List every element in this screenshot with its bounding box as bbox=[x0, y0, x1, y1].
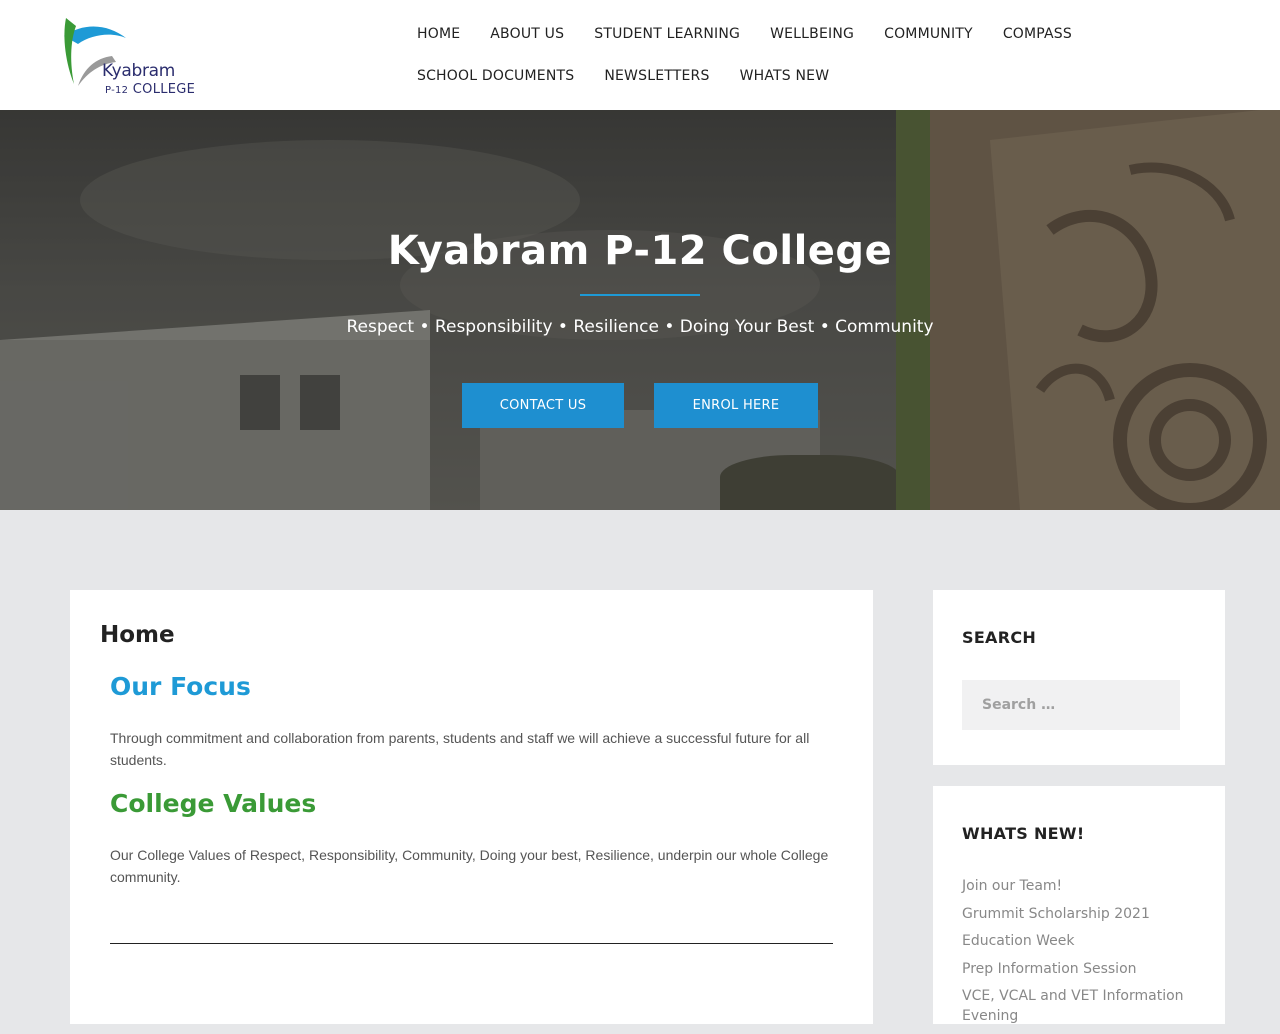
news-link-education-week[interactable]: Education Week bbox=[962, 931, 1202, 951]
logo-name: Kyabram bbox=[102, 61, 176, 81]
main-content: Home Our Focus Through commitment and co… bbox=[70, 590, 873, 1024]
nav-item-home[interactable]: HOME bbox=[402, 14, 475, 56]
nav-item-whats-new[interactable]: WHATS NEW bbox=[725, 56, 845, 98]
page-title: Home bbox=[100, 622, 175, 648]
hero-tagline: Respect • Responsibility • Resilience • … bbox=[346, 317, 934, 337]
logo-sub-small: P-12 bbox=[105, 85, 129, 96]
nav-item-school-documents[interactable]: SCHOOL DOCUMENTS bbox=[402, 56, 589, 98]
our-focus-heading: Our Focus bbox=[110, 672, 251, 701]
whats-new-widget: WHATS NEW! Join our Team! Grummit Schola… bbox=[933, 786, 1225, 1024]
our-focus-text: Through commitment and collaboration fro… bbox=[110, 730, 810, 768]
nav-item-about-us[interactable]: ABOUT US bbox=[475, 14, 579, 56]
nav-item-newsletters[interactable]: NEWSLETTERS bbox=[589, 56, 724, 98]
search-widget: SEARCH bbox=[933, 590, 1225, 765]
whats-new-title: WHATS NEW! bbox=[962, 824, 1085, 843]
enrol-here-button[interactable]: ENROL HERE bbox=[654, 383, 818, 428]
content-divider bbox=[110, 943, 833, 944]
hero-title: Kyabram P-12 College bbox=[387, 228, 893, 274]
contact-us-button[interactable]: CONTACT US bbox=[462, 383, 624, 428]
college-logo[interactable]: Kyabram P-12 COLLEGE bbox=[56, 14, 206, 98]
news-link-join-our-team[interactable]: Join our Team! bbox=[962, 876, 1202, 896]
news-link-vce-information[interactable]: VCE, VCAL and VET Information Evening bbox=[962, 986, 1202, 1026]
college-values-heading: College Values bbox=[110, 789, 317, 818]
search-widget-title: SEARCH bbox=[962, 628, 1037, 647]
nav-item-compass[interactable]: COMPASS bbox=[988, 14, 1087, 56]
hero-banner: Kyabram P-12 College Respect • Responsib… bbox=[0, 110, 1280, 510]
nav-item-student-learning[interactable]: STUDENT LEARNING bbox=[579, 14, 755, 56]
hero-divider bbox=[580, 294, 700, 296]
news-link-grummit-scholarship[interactable]: Grummit Scholarship 2021 bbox=[962, 904, 1202, 924]
news-link-prep-information[interactable]: Prep Information Session bbox=[962, 959, 1202, 979]
hero-overlay bbox=[0, 110, 1280, 510]
logo-sub-word: COLLEGE bbox=[132, 82, 196, 97]
whats-new-list: Join our Team! Grummit Scholarship 2021 … bbox=[962, 876, 1202, 1034]
college-values-text: Our College Values of Respect, Responsib… bbox=[110, 847, 829, 885]
logo-subtitle: P-12 COLLEGE bbox=[105, 82, 195, 97]
site-header: Kyabram P-12 COLLEGE HOME ABOUT US STUDE… bbox=[0, 0, 1280, 110]
main-navigation: HOME ABOUT US STUDENT LEARNING WELLBEING… bbox=[402, 14, 1122, 98]
nav-item-community[interactable]: COMMUNITY bbox=[869, 14, 988, 56]
search-input[interactable] bbox=[962, 680, 1180, 730]
nav-item-wellbeing[interactable]: WELLBEING bbox=[755, 14, 869, 56]
